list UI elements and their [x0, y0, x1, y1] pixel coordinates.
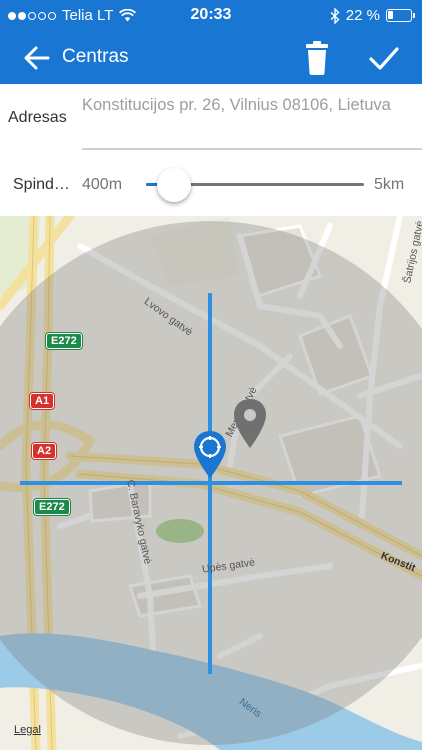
- road-shield-a2: A2: [32, 443, 57, 459]
- bluetooth-icon: [330, 7, 340, 24]
- status-bar: Telia LT 20:33 22 %: [0, 0, 422, 32]
- address-row: Adresas Konstitucijos pr. 26, Vilnius 08…: [0, 84, 422, 152]
- confirm-button[interactable]: [366, 42, 402, 74]
- radius-max-label: 5km: [374, 176, 405, 193]
- location-pin-icon[interactable]: [192, 430, 228, 480]
- battery-icon: [386, 9, 415, 22]
- radius-row: Spind… 400m 5km: [0, 152, 422, 216]
- road-shield-e272: E272: [46, 333, 82, 349]
- delete-button[interactable]: [300, 40, 334, 76]
- system-status: 22 %: [330, 7, 415, 24]
- radius-min-label: 400m: [82, 176, 123, 193]
- road-shield-e272-lower: E272: [34, 499, 70, 515]
- checkmark-icon: [369, 47, 399, 70]
- battery-level: [388, 11, 393, 19]
- address-label: Adresas: [8, 109, 67, 126]
- back-button[interactable]: [22, 44, 52, 72]
- arrow-left-icon: [24, 46, 50, 70]
- app-toolbar: Centras: [0, 32, 422, 84]
- map-view[interactable]: Lvovo gatvė Šatrijos gatvė Menu gatvė C.…: [0, 216, 422, 750]
- address-underline: [82, 148, 422, 150]
- address-field[interactable]: Konstitucijos pr. 26, Vilnius 08106, Lie…: [82, 93, 412, 118]
- map-marker-icon: [234, 399, 266, 448]
- radius-slider-thumb[interactable]: [157, 168, 191, 202]
- page-title: Centras: [62, 46, 129, 67]
- map-base: [0, 216, 422, 750]
- legal-link[interactable]: Legal: [14, 724, 41, 736]
- trash-icon: [306, 41, 328, 75]
- radius-label: Spind…: [13, 176, 70, 193]
- battery-percent: 22 %: [345, 7, 380, 24]
- road-shield-a1: A1: [30, 393, 55, 409]
